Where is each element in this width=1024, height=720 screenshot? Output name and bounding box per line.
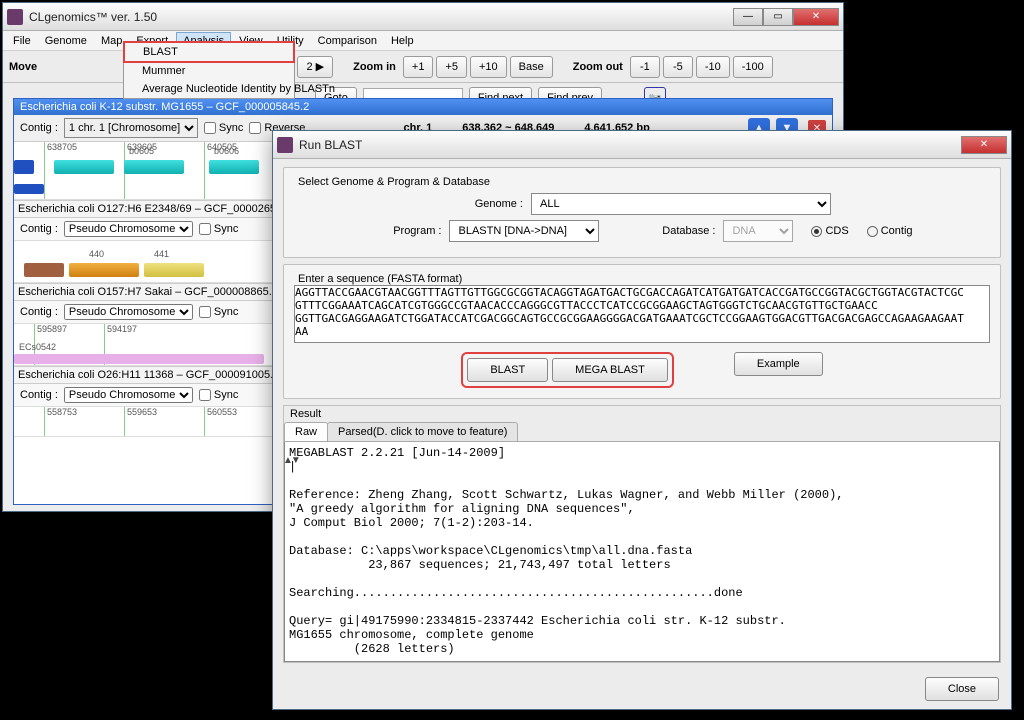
sync-checkbox[interactable] (199, 389, 211, 401)
feature[interactable] (209, 160, 259, 174)
menu-help[interactable]: Help (385, 33, 420, 49)
zoom-in-1[interactable]: +1 (403, 56, 434, 78)
contig-select[interactable]: Pseudo Chromosome (64, 304, 193, 320)
feature[interactable] (24, 263, 64, 277)
feature[interactable] (124, 160, 184, 174)
splitter-handle[interactable]: ▲▼ (283, 455, 299, 466)
sequence-group: Enter a sequence (FASTA format) BLAST ME… (283, 264, 1001, 399)
feature[interactable] (144, 263, 204, 277)
program-label: Program : (371, 225, 441, 237)
feature[interactable] (14, 354, 264, 364)
gene-label: b0605 (129, 146, 154, 156)
move-2-fwd[interactable]: 2 ▶ (297, 56, 333, 78)
move-label: Move (9, 61, 37, 73)
window-title: CLgenomics™ ver. 1.50 (29, 10, 733, 24)
menu-item-blast[interactable]: BLAST (123, 41, 295, 63)
feature[interactable] (14, 160, 34, 174)
menu-file[interactable]: File (7, 33, 37, 49)
zoom-out-1[interactable]: -1 (630, 56, 660, 78)
result-area: Result Raw Parsed(D. click to move to fe… (283, 405, 1001, 663)
blast-titlebar[interactable]: Run BLAST ✕ (273, 131, 1011, 159)
zoom-in-10[interactable]: +10 (470, 56, 507, 78)
tick: 560553 (204, 407, 237, 437)
main-genome-header: Escherichia coli K-12 substr. MG1655 – G… (14, 99, 832, 115)
select-group: Select Genome & Program & Database Genom… (283, 167, 1001, 258)
reverse-checkbox[interactable] (249, 122, 261, 134)
result-label: Result (284, 406, 1000, 422)
contig-radio[interactable]: Contig (867, 225, 913, 237)
contig-select[interactable]: Pseudo Chromosome (64, 221, 193, 237)
zoom-out-label: Zoom out (573, 61, 623, 73)
blast-dialog: Run BLAST ✕ Select Genome & Program & Da… (272, 130, 1012, 710)
titlebar[interactable]: CLgenomics™ ver. 1.50 — ▭ ✕ (3, 3, 843, 31)
sequence-textarea[interactable] (294, 285, 990, 343)
zoom-base[interactable]: Base (510, 56, 553, 78)
blast-close-button[interactable]: ✕ (961, 136, 1007, 154)
feature[interactable] (54, 160, 114, 174)
sync-checkbox[interactable] (199, 223, 211, 235)
example-button[interactable]: Example (734, 352, 823, 376)
contig-label: Contig : (20, 122, 58, 134)
menu-genome[interactable]: Genome (39, 33, 93, 49)
menu-item-ani[interactable]: Average Nucleotide Identity by BLASTn (124, 80, 294, 98)
menu-comparison[interactable]: Comparison (312, 33, 383, 49)
app-icon (277, 137, 293, 153)
mega-blast-button[interactable]: MEGA BLAST (552, 358, 668, 382)
zoom-out-10[interactable]: -10 (696, 56, 730, 78)
blast-title: Run BLAST (299, 138, 961, 152)
genome-select[interactable]: ALL (531, 193, 831, 215)
group-label: Select Genome & Program & Database (294, 176, 494, 188)
genome-label: Genome : (453, 198, 523, 210)
minimize-button[interactable]: — (733, 8, 763, 26)
feature[interactable] (14, 184, 44, 194)
gene-label: ECs0542 (19, 342, 56, 352)
tick: 559653 (124, 407, 157, 437)
zoom-in-label: Zoom in (353, 61, 396, 73)
tab-parsed[interactable]: Parsed(D. click to move to feature) (327, 422, 518, 441)
cds-radio[interactable]: CDS (811, 225, 848, 237)
maximize-button[interactable]: ▭ (763, 8, 793, 26)
group-label: Enter a sequence (FASTA format) (294, 273, 466, 285)
database-label: Database : (645, 225, 715, 237)
sync-checkbox[interactable] (199, 306, 211, 318)
gene-label: b0606 (214, 146, 239, 156)
app-icon (7, 9, 23, 25)
blast-buttons-highlight: BLAST MEGA BLAST (461, 352, 674, 388)
zoom-out-100[interactable]: -100 (733, 56, 773, 78)
tick: 558753 (44, 407, 77, 437)
database-select: DNA (723, 220, 793, 242)
close-button[interactable]: ✕ (793, 8, 839, 26)
contig-select[interactable]: 1 chr. 1 [Chromosome] (64, 118, 198, 138)
menu-item-mummer[interactable]: Mummer (124, 62, 294, 80)
zoom-out-5[interactable]: -5 (663, 56, 693, 78)
blast-button[interactable]: BLAST (467, 358, 548, 382)
result-output[interactable]: MEGABLAST 2.2.21 [Jun-14-2009] | Referen… (284, 442, 1000, 662)
close-dialog-button[interactable]: Close (925, 677, 999, 701)
tab-raw[interactable]: Raw (284, 422, 328, 441)
feature[interactable] (69, 263, 139, 277)
analysis-dropdown: BLAST Mummer Average Nucleotide Identity… (123, 41, 295, 99)
zoom-in-5[interactable]: +5 (436, 56, 467, 78)
sync-checkbox[interactable] (204, 122, 216, 134)
program-select[interactable]: BLASTN [DNA->DNA] (449, 220, 599, 242)
contig-select[interactable]: Pseudo Chromosome (64, 387, 193, 403)
